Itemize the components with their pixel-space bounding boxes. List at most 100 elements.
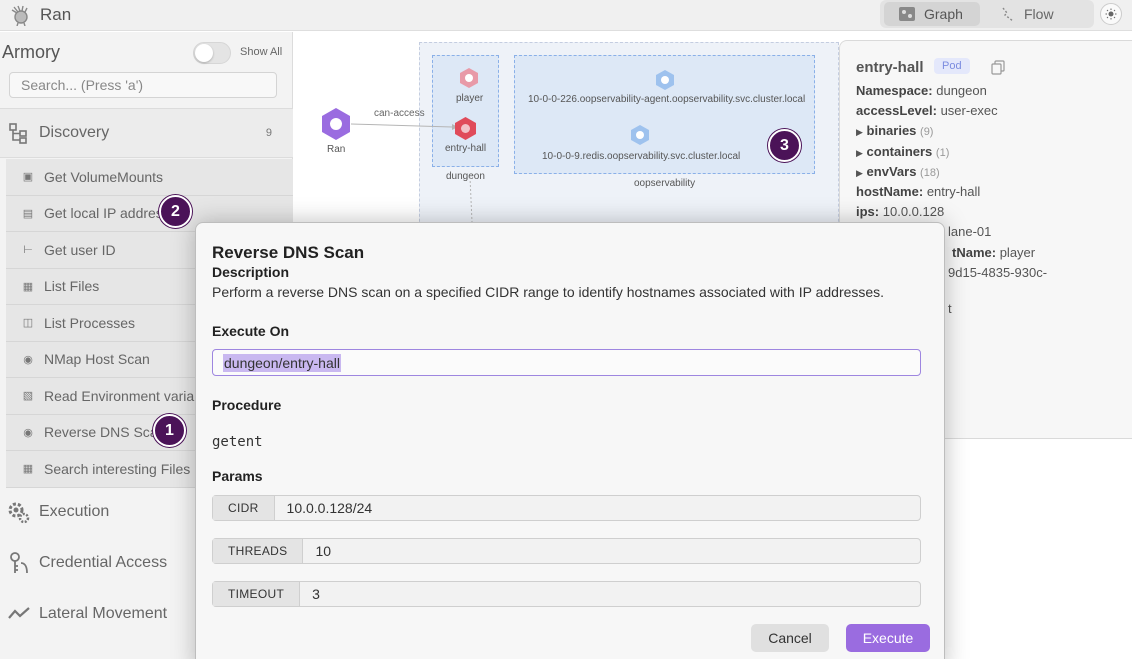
ran-logo-icon <box>11 5 28 26</box>
flow-view-button[interactable]: Flow <box>986 2 1090 26</box>
param-value[interactable]: 10.0.0.128/24 <box>275 496 373 520</box>
item-label: List Files <box>44 278 100 295</box>
info-partial-4: t <box>948 301 952 316</box>
armory-item-get-volumemounts[interactable]: ▣ Get VolumeMounts <box>6 159 293 196</box>
info-ips: ips: 10.0.0.128 <box>856 204 944 219</box>
info-envvars[interactable]: ▶ envVars (18) <box>856 164 940 179</box>
marker-1: 1 <box>153 414 186 447</box>
player-node-icon[interactable] <box>458 67 480 89</box>
info-binaries[interactable]: ▶ binaries (9) <box>856 123 933 138</box>
graph-icon <box>899 7 915 21</box>
entry-hall-node-icon[interactable] <box>453 116 478 141</box>
category-label: Lateral Movement <box>39 605 168 622</box>
item-label: Get user ID <box>44 241 116 258</box>
show-all-toggle[interactable] <box>193 42 231 64</box>
param-timeout[interactable]: TIMEOUT 3 <box>212 581 921 607</box>
param-key: TIMEOUT <box>213 582 301 606</box>
marker-2: 2 <box>159 195 192 228</box>
tool-icon <box>7 653 31 659</box>
ran-node-label: Ran <box>327 144 346 155</box>
item-label: Reverse DNS Scan <box>44 424 166 441</box>
graph-view-label: Graph <box>924 6 963 22</box>
flow-icon <box>1002 7 1014 22</box>
agent-node-icon[interactable] <box>654 69 676 91</box>
entry-hall-node-label: entry-hall <box>445 143 487 154</box>
info-key: ips: <box>856 204 880 219</box>
redis-node-label: 10-0-0-9.redis.oopservability.svc.cluste… <box>542 151 741 162</box>
file-icon: ▦ <box>22 280 34 293</box>
info-hostname: hostName: entry-hall <box>856 184 980 199</box>
view-toggle: Graph Flow <box>880 0 1094 28</box>
info-partial-3: 9d15-4835-930c- <box>948 265 1048 280</box>
theme-toggle-button[interactable] <box>1100 3 1122 25</box>
category-count: 9 <box>265 127 272 139</box>
file-icon: ▦ <box>22 463 34 476</box>
ran-node-icon[interactable] <box>319 107 353 141</box>
info-value: dungeon <box>936 83 987 98</box>
info-key: hostName: <box>856 184 924 199</box>
param-value[interactable]: 3 <box>300 582 320 606</box>
param-value[interactable]: 10 <box>303 539 331 563</box>
agent-node-label: 10-0-0-226.oopservability-agent.oopserva… <box>528 94 806 105</box>
execute-on-input[interactable]: dungeon/entry-hall <box>212 349 921 376</box>
node-info-title: entry-hall <box>856 59 924 76</box>
redis-node-icon[interactable] <box>629 124 651 146</box>
info-count: (9) <box>920 126 934 138</box>
info-partial-1: lane-01 <box>948 224 992 239</box>
info-key: accessLevel: <box>856 103 937 118</box>
description-text: Perform a reverse DNS scan on a specifie… <box>212 284 885 300</box>
show-all-label: Show All <box>240 46 283 58</box>
marker-3: 3 <box>768 129 801 162</box>
info-partial-2: tName: player <box>952 245 1035 260</box>
toggle-knob <box>195 44 213 62</box>
player-node-label: player <box>456 93 484 104</box>
graph-view-button[interactable]: Graph <box>884 2 980 26</box>
monitor-icon: ▤ <box>22 207 34 220</box>
armory-search-input[interactable] <box>9 72 277 98</box>
item-label: List Processes <box>44 314 136 331</box>
cancel-button[interactable]: Cancel <box>751 624 829 652</box>
param-threads[interactable]: THREADS 10 <box>212 538 921 564</box>
node-type-badge: Pod <box>934 58 970 74</box>
info-count: (1) <box>935 147 950 159</box>
procedure-value: getent <box>212 434 263 450</box>
category-discovery[interactable]: Discovery 9 <box>0 108 293 158</box>
info-access-level: accessLevel: user-exec <box>856 103 998 118</box>
key-hand-icon <box>7 551 31 575</box>
execute-on-value: dungeon/entry-hall <box>223 353 341 372</box>
window-icon: ◫ <box>22 317 34 330</box>
description-heading: Description <box>212 264 290 280</box>
app-title: Ran <box>40 5 72 24</box>
info-key: envVars <box>866 164 917 179</box>
info-namespace: Namespace: dungeon <box>856 83 987 98</box>
category-label: Credential Access <box>39 554 168 571</box>
category-label: Discovery <box>39 124 110 141</box>
info-containers[interactable]: ▶ containers (1) <box>856 144 949 159</box>
execute-button[interactable]: Execute <box>846 624 930 652</box>
broadcast-icon: ◉ <box>23 353 33 366</box>
expand-icon: ▶ <box>856 148 863 158</box>
params-heading: Params <box>212 468 263 484</box>
expand-icon: ▶ <box>856 127 863 137</box>
procedure-heading: Procedure <box>212 397 282 413</box>
flow-view-label: Flow <box>1024 6 1054 22</box>
param-cidr[interactable]: CIDR 10.0.0.128/24 <box>212 495 921 521</box>
item-label: Search interesting Files <box>44 460 191 477</box>
execute-on-heading: Execute On <box>212 323 290 339</box>
info-value: 10.0.0.128 <box>882 204 945 219</box>
item-label: Get VolumeMounts <box>44 168 164 185</box>
param-key: THREADS <box>213 539 304 563</box>
info-value: entry-hall <box>926 184 981 199</box>
param-key: CIDR <box>213 496 275 520</box>
item-label: Read Environment variables <box>44 387 220 404</box>
item-label: NMap Host Scan <box>44 351 150 368</box>
copy-icon[interactable] <box>991 60 1005 75</box>
top-bar: Ran Graph Flow <box>0 0 1132 31</box>
discovery-icon <box>7 121 31 145</box>
armory-title: Armory <box>2 42 60 62</box>
gears-icon <box>7 500 31 524</box>
tree-icon: ⊢ <box>23 244 33 257</box>
edge-label-can-access: can-access <box>374 108 425 119</box>
trend-icon <box>7 602 31 626</box>
dialog-title: Reverse DNS Scan <box>212 243 365 262</box>
